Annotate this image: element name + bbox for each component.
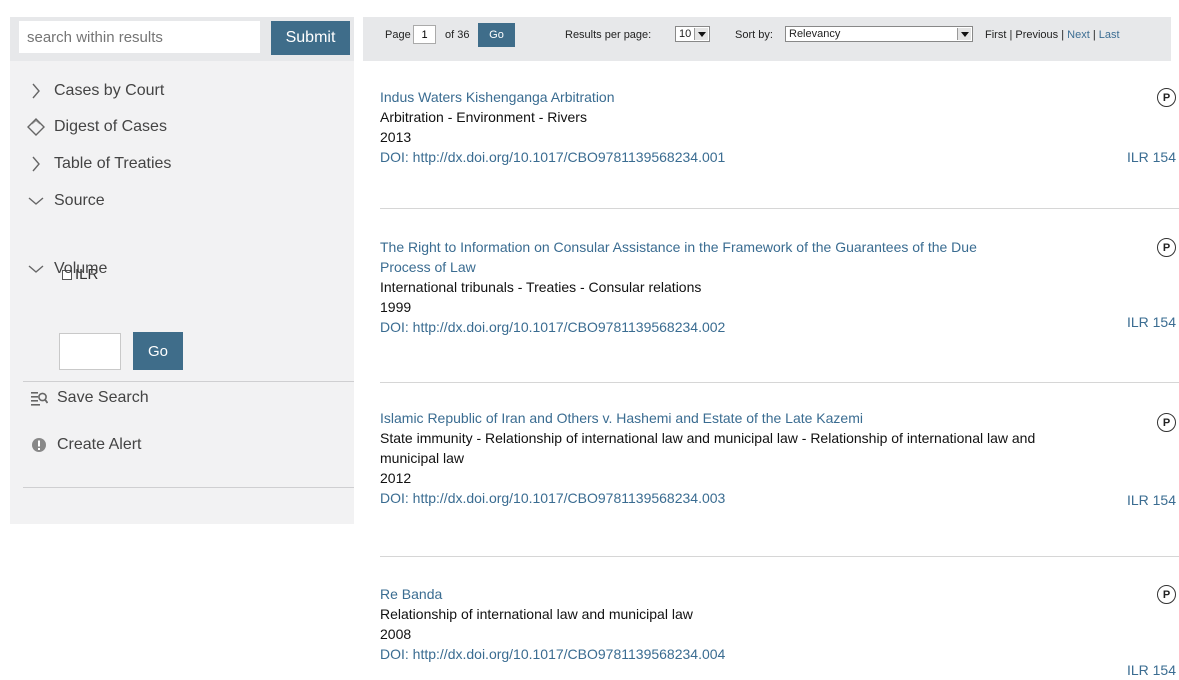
result-item: The Right to Information on Consular Ass… [380, 237, 1176, 337]
result-item: Indus Waters Kishenganga Arbitration Arb… [380, 87, 1176, 167]
result-title-link[interactable]: Islamic Republic of Iran and Others v. H… [380, 408, 980, 428]
page-label: Page [385, 29, 411, 41]
diamond-icon [26, 117, 46, 137]
save-search-icon [30, 389, 48, 407]
page-number-input[interactable] [413, 25, 436, 44]
search-bar: Submit [10, 17, 354, 61]
sidebar-item-volume[interactable]: Volume [26, 258, 107, 280]
result-subjects: Arbitration - Environment - Rivers [380, 109, 587, 125]
sidebar-item-label: Cases by Court [54, 82, 165, 99]
sidebar-nav: Cases by Court Digest of Cases Table of … [10, 61, 354, 524]
pagination: First | Previous | Next | Last [985, 29, 1120, 41]
search-input[interactable] [19, 21, 260, 53]
save-search-label: Save Search [57, 389, 149, 406]
sort-value: Relevancy [789, 28, 841, 40]
result-doi: DOI: http://dx.doi.org/10.1017/CBO978113… [380, 646, 726, 662]
sidebar: Submit Cases by Court Digest of Cases Ta… [10, 17, 354, 524]
result-title-link[interactable]: Re Banda [380, 584, 980, 604]
p-badge-icon: P [1157, 238, 1176, 257]
results-toolbar: Page of 36 Go Results per page: 10 Sort … [363, 17, 1171, 61]
result-item: Islamic Republic of Iran and Others v. H… [380, 408, 1176, 508]
sidebar-item-label: Table of Treaties [54, 155, 172, 172]
alert-icon [30, 436, 48, 454]
chevron-down-icon [26, 259, 46, 279]
result-source: ILR 154 [1126, 314, 1176, 330]
result-source: ILR 154 [1126, 662, 1176, 678]
per-page-label: Results per page: [565, 29, 652, 41]
result-year: 1999 [380, 299, 412, 315]
last-page-link[interactable]: Last [1099, 29, 1120, 41]
result-subjects: International tribunals - Treaties - Con… [380, 279, 702, 295]
p-badge-icon: P [1157, 413, 1176, 432]
result-doi: DOI: http://dx.doi.org/10.1017/CBO978113… [380, 490, 726, 506]
result-separator [380, 556, 1179, 557]
first-page-link[interactable]: First [985, 29, 1006, 41]
sidebar-item-cases-by-court[interactable]: Cases by Court [26, 80, 164, 102]
result-separator [380, 208, 1179, 209]
sidebar-item-digest-of-cases[interactable]: Digest of Cases [26, 116, 167, 138]
p-badge-icon: P [1157, 88, 1176, 107]
sidebar-item-label: Source [54, 192, 105, 209]
per-page-value: 10 [679, 28, 692, 40]
volume-input[interactable] [59, 333, 121, 370]
sidebar-item-label: Digest of Cases [54, 118, 167, 135]
result-separator [380, 382, 1179, 383]
previous-page-link[interactable]: Previous [1015, 29, 1058, 41]
pagination-separator: | [1061, 29, 1065, 41]
volume-go-button[interactable]: Go [133, 332, 183, 370]
chevron-right-icon [26, 154, 46, 174]
dropdown-arrow-icon [694, 28, 708, 40]
chevron-down-icon [26, 191, 46, 211]
submit-button[interactable]: Submit [271, 21, 350, 55]
create-alert-label: Create Alert [57, 436, 142, 453]
result-title-link[interactable]: The Right to Information on Consular Ass… [380, 237, 980, 277]
result-item: Re Banda Relationship of international l… [380, 584, 1176, 678]
result-source: ILR 154 [1126, 149, 1176, 165]
divider [23, 487, 354, 488]
pagination-separator: | [1092, 29, 1096, 41]
pagination-separator: | [1009, 29, 1013, 41]
result-title-link[interactable]: Indus Waters Kishenganga Arbitration [380, 87, 980, 107]
sidebar-item-label: Volume [54, 260, 108, 277]
result-source: ILR 154 [1126, 492, 1176, 508]
sidebar-item-source[interactable]: Source [26, 190, 105, 212]
create-alert-link[interactable]: Create Alert [30, 436, 141, 454]
result-subjects: State immunity - Relationship of interna… [380, 430, 1036, 466]
page-go-button[interactable]: Go [478, 23, 515, 47]
result-year: 2008 [380, 626, 412, 642]
result-doi: DOI: http://dx.doi.org/10.1017/CBO978113… [380, 319, 726, 335]
per-page-select[interactable]: 10 [675, 26, 710, 42]
result-doi: DOI: http://dx.doi.org/10.1017/CBO978113… [380, 149, 726, 165]
divider [23, 381, 354, 382]
dropdown-arrow-icon [957, 28, 971, 40]
result-year: 2012 [380, 470, 412, 486]
sort-select[interactable]: Relevancy [785, 26, 973, 42]
p-badge-icon: P [1157, 585, 1176, 604]
result-year: 2013 [380, 129, 412, 145]
sidebar-item-table-of-treaties[interactable]: Table of Treaties [26, 153, 171, 175]
chevron-right-icon [26, 81, 46, 101]
next-page-link[interactable]: Next [1067, 29, 1090, 41]
result-subjects: Relationship of international law and mu… [380, 606, 693, 622]
page-count: of 36 [445, 29, 470, 41]
sort-label: Sort by: [735, 29, 773, 41]
save-search-link[interactable]: Save Search [30, 389, 149, 407]
